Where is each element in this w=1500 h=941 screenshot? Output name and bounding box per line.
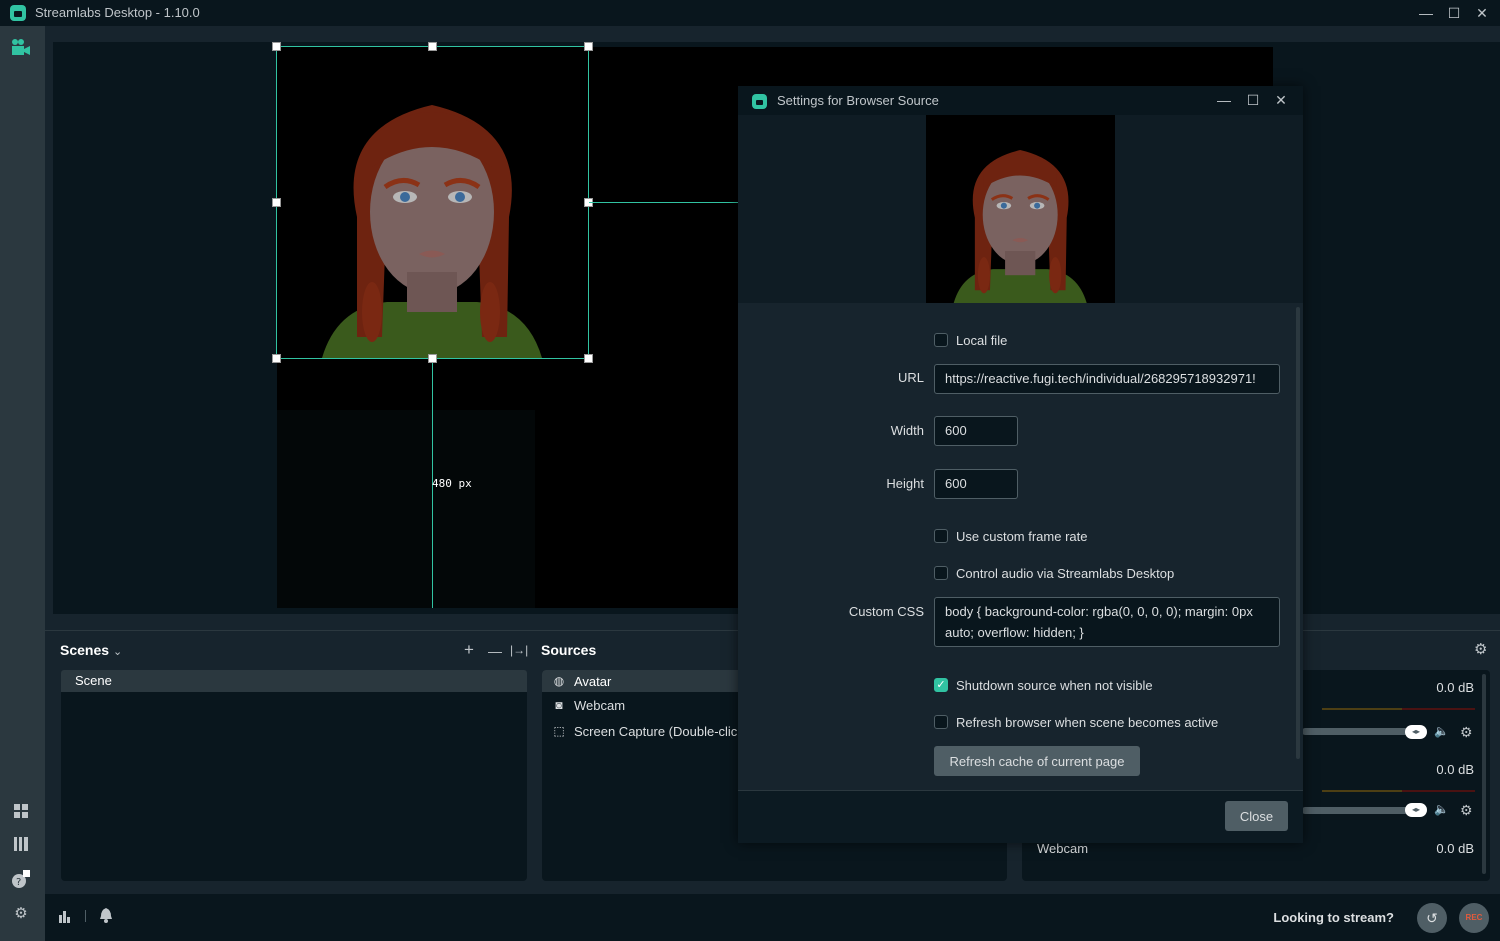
height-label: Height xyxy=(886,476,924,491)
volume-slider-handle[interactable]: ◂▸ xyxy=(1405,803,1427,817)
add-scene-button[interactable]: + xyxy=(464,640,474,660)
mixer-db-1: 0.0 dB xyxy=(1436,680,1474,695)
speaker-icon[interactable]: 🔈 xyxy=(1434,802,1449,816)
speaker-icon[interactable]: 🔈 xyxy=(1434,724,1449,738)
footer-divider xyxy=(85,910,86,922)
custom-css-label: Custom CSS xyxy=(848,604,924,619)
url-input[interactable]: https://reactive.fugi.tech/individual/26… xyxy=(934,364,1280,394)
resize-handle-top[interactable] xyxy=(428,42,437,51)
guide-line-horizontal xyxy=(589,202,738,203)
maximize-button[interactable]: ☐ xyxy=(1440,2,1468,24)
sources-title: Sources xyxy=(541,642,597,658)
browser-source-settings-dialog: Settings for Browser Source — ☐ ✕ Local … xyxy=(738,86,1303,843)
replay-buffer-button[interactable]: ↺ xyxy=(1417,903,1447,933)
record-button[interactable]: REC xyxy=(1459,903,1489,933)
left-sidebar: ? ⚙ xyxy=(0,26,45,941)
source-label: Avatar xyxy=(574,673,612,689)
custom-css-textarea[interactable]: body { background-color: rgba(0, 0, 0, 0… xyxy=(934,597,1280,647)
channel-settings-icon[interactable]: ⚙ xyxy=(1460,724,1473,741)
settings-form: Local file URL https://reactive.fugi.tec… xyxy=(738,303,1303,790)
streamlabs-logo-icon xyxy=(752,94,767,109)
avatar-illustration xyxy=(953,150,1087,303)
screen-capture-region xyxy=(277,410,535,608)
source-label: Webcam xyxy=(574,697,626,713)
volume-slider[interactable] xyxy=(1302,728,1422,735)
dialog-minimize-button[interactable]: — xyxy=(1212,90,1236,110)
resize-handle-bottom-left[interactable] xyxy=(272,354,281,363)
mixer-channel-name: Webcam xyxy=(1037,841,1089,856)
layout-icon[interactable] xyxy=(11,804,31,824)
width-input[interactable]: 600 xyxy=(934,416,1018,446)
looking-to-stream-link[interactable]: Looking to stream? xyxy=(1273,910,1394,925)
resize-handle-top-right[interactable] xyxy=(584,42,593,51)
scenes-list: Scene xyxy=(61,670,527,881)
close-button[interactable]: ✕ xyxy=(1468,2,1496,24)
audio-meter xyxy=(1322,708,1402,710)
mixer-db-2: 0.0 dB xyxy=(1436,762,1474,777)
custom-frame-rate-checkbox[interactable] xyxy=(934,529,948,543)
local-file-checkbox[interactable] xyxy=(934,333,948,347)
width-label: Width xyxy=(890,423,924,438)
help-icon[interactable]: ? xyxy=(11,869,31,889)
webcam-icon: ◙ xyxy=(555,698,563,712)
local-file-label: Local file xyxy=(956,333,1008,348)
url-label: URL xyxy=(897,370,924,385)
notifications-bell-icon[interactable] xyxy=(99,907,113,926)
dialog-scrollbar[interactable] xyxy=(1296,307,1300,759)
source-preview xyxy=(926,115,1115,303)
globe-icon: ◍ xyxy=(553,674,565,688)
volume-slider-handle[interactable]: ◂▸ xyxy=(1405,725,1427,739)
distance-label: 480 px xyxy=(432,477,472,490)
performance-icon[interactable] xyxy=(59,909,73,928)
dialog-close-button[interactable]: ✕ xyxy=(1269,90,1293,110)
resize-handle-left[interactable] xyxy=(272,198,281,207)
selection-box[interactable] xyxy=(276,46,589,359)
control-audio-checkbox[interactable] xyxy=(934,566,948,580)
refresh-browser-checkbox[interactable] xyxy=(934,715,948,729)
scenes-title[interactable]: Scenes ⌄ xyxy=(60,642,122,658)
mixer-db-3: 0.0 dB xyxy=(1436,841,1474,856)
screen-capture-icon: ⬚ xyxy=(553,724,565,738)
studio-camera-icon[interactable] xyxy=(11,38,31,58)
shutdown-source-label: Shutdown source when not visible xyxy=(956,678,1153,693)
minimize-button[interactable]: — xyxy=(1412,2,1440,24)
resize-handle-bottom[interactable] xyxy=(428,354,437,363)
scenes-title-text: Scenes xyxy=(60,642,110,658)
svg-text:?: ? xyxy=(16,877,21,888)
shutdown-source-checkbox[interactable]: ✓ xyxy=(934,678,948,692)
app-title: Streamlabs Desktop - 1.10.0 xyxy=(35,5,200,20)
refresh-browser-label: Refresh browser when scene becomes activ… xyxy=(956,715,1219,730)
dialog-footer: Close xyxy=(738,790,1303,843)
dialog-maximize-button[interactable]: ☐ xyxy=(1241,90,1265,110)
settings-icon[interactable]: ⚙ xyxy=(11,904,31,924)
audio-meter-peak xyxy=(1402,790,1475,792)
close-dialog-button[interactable]: Close xyxy=(1225,801,1288,831)
volume-slider[interactable] xyxy=(1302,807,1422,814)
control-audio-label: Control audio via Streamlabs Desktop xyxy=(956,566,1175,581)
footer-bar: Looking to stream? ↺ REC xyxy=(45,894,1500,941)
audio-meter xyxy=(1322,790,1402,792)
remove-scene-button[interactable]: — xyxy=(488,643,502,659)
resize-handle-bottom-right[interactable] xyxy=(584,354,593,363)
channel-settings-icon[interactable]: ⚙ xyxy=(1460,802,1473,819)
source-label: Screen Capture (Double-click xyxy=(574,723,744,739)
dialog-title: Settings for Browser Source xyxy=(777,93,939,108)
resize-handle-top-left[interactable] xyxy=(272,42,281,51)
dialog-title-bar[interactable]: Settings for Browser Source — ☐ ✕ xyxy=(738,86,1303,115)
streamlabs-logo-icon xyxy=(10,5,26,21)
mixer-settings-icon[interactable]: ⚙ xyxy=(1474,640,1487,658)
height-input[interactable]: 600 xyxy=(934,469,1018,499)
custom-frame-rate-label: Use custom frame rate xyxy=(956,529,1088,544)
scene-item[interactable]: Scene xyxy=(61,670,527,692)
audio-meter-peak xyxy=(1402,708,1475,710)
transition-icon[interactable]: |→| xyxy=(510,643,528,657)
mixer-scrollbar[interactable] xyxy=(1482,674,1486,874)
title-bar: Streamlabs Desktop - 1.10.0 — ☐ ✕ xyxy=(0,0,1500,26)
columns-icon[interactable] xyxy=(11,837,31,857)
chevron-down-icon[interactable]: ⌄ xyxy=(113,646,122,658)
refresh-cache-button[interactable]: Refresh cache of current page xyxy=(934,746,1140,776)
